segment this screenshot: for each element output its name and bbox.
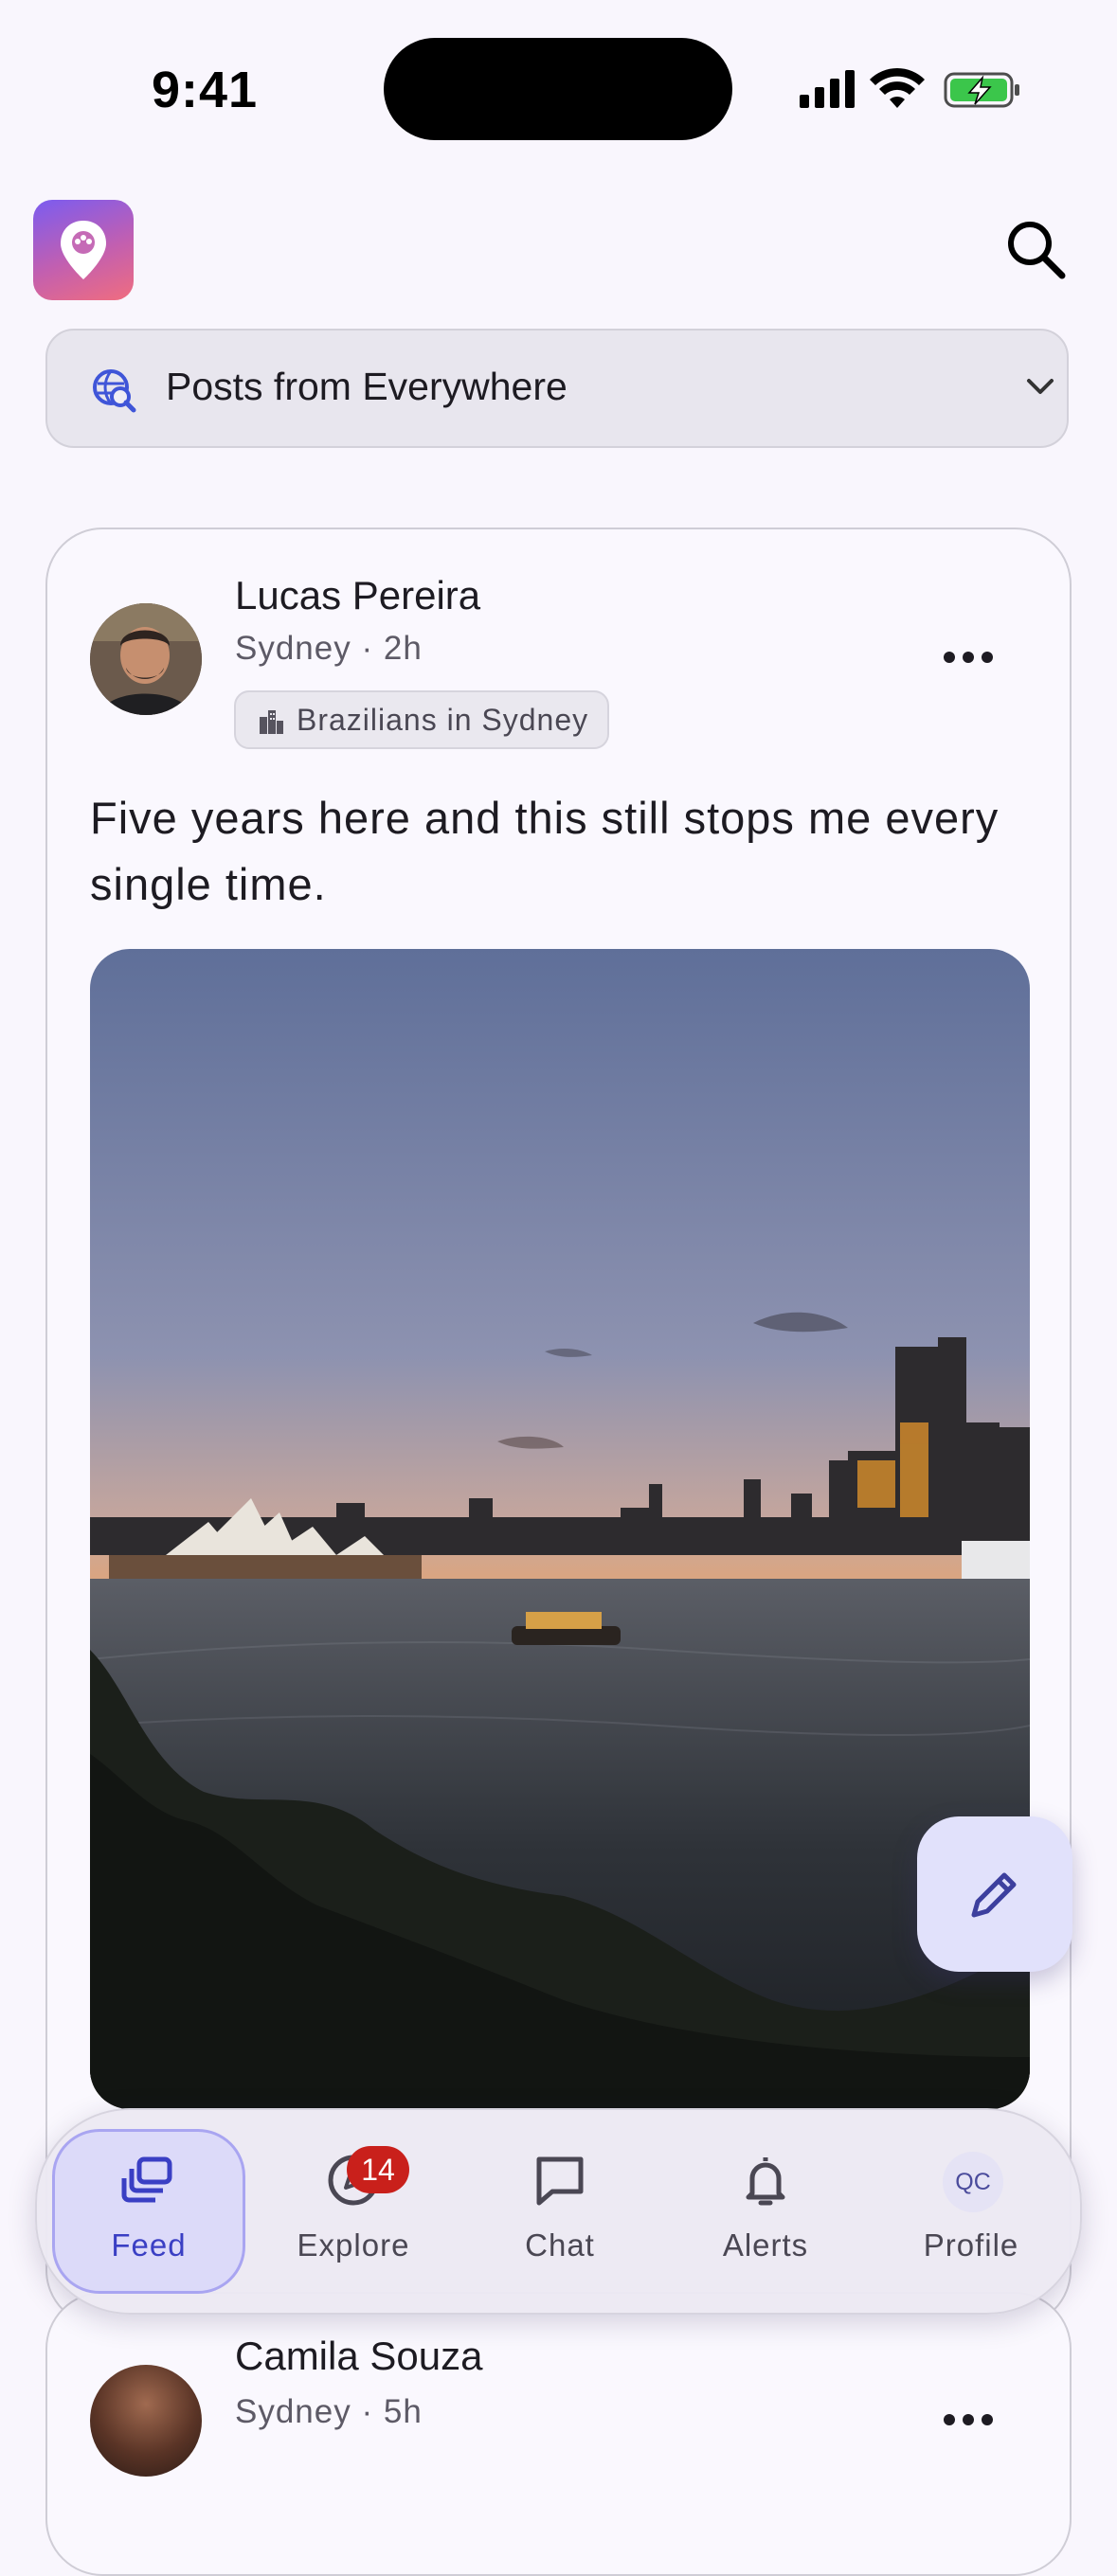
compose-post-button[interactable] [917, 1816, 1072, 1972]
post-time: 2h [383, 630, 423, 667]
meta-separator: · [361, 2393, 374, 2430]
post-card: Lucas Pereira Sydney · 2h Brazilians in … [45, 528, 1072, 2327]
tab-label: Explore [297, 2227, 410, 2263]
author-avatar[interactable] [90, 603, 202, 715]
feed-filter-dropdown[interactable]: Posts from Everywhere [45, 329, 1069, 448]
search-button[interactable] [1000, 213, 1075, 289]
tab-label: Profile [923, 2227, 1019, 2263]
dynamic-island [384, 38, 732, 140]
author-name[interactable]: Lucas Pereira [235, 573, 480, 618]
group-chip[interactable]: Brazilians in Sydney [234, 690, 610, 749]
pencil-icon [971, 1872, 1017, 1918]
location-pin-logo-icon [61, 221, 106, 279]
tab-label: Alerts [722, 2227, 809, 2263]
tab-explore[interactable]: Explore [259, 2110, 448, 2313]
filter-label: Posts from Everywhere [166, 365, 568, 408]
tab-label: Feed [111, 2227, 187, 2263]
explore-badge: 14 [347, 2146, 409, 2193]
profile-avatar: QC [943, 2152, 1003, 2212]
meta-separator: · [361, 630, 374, 667]
chevron-down-icon [1023, 373, 1057, 406]
post-text: Five years here and this still stops me … [90, 793, 1000, 909]
search-icon [1008, 222, 1066, 279]
feed-icon [121, 2156, 172, 2203]
tab-profile[interactable]: QC Profile [876, 2110, 1066, 2313]
post-time: 5h [383, 2393, 423, 2430]
bell-icon [746, 2157, 785, 2206]
status-icons [796, 66, 1023, 114]
battery-charging-icon [944, 72, 1019, 108]
status-bar: 9:41 [0, 0, 1117, 180]
ellipsis-icon [944, 2414, 993, 2425]
tab-label: Chat [525, 2227, 595, 2263]
post-location: Sydney [235, 630, 351, 667]
tab-chat[interactable]: Chat [465, 2110, 655, 2313]
signal-icon [800, 70, 855, 108]
post-photo[interactable] [90, 949, 1030, 2109]
app-logo[interactable] [33, 200, 134, 300]
post-meta: Sydney · 2h [235, 630, 423, 668]
chat-bubble-icon [536, 2156, 584, 2206]
wifi-icon [870, 67, 925, 108]
post-location: Sydney [235, 2393, 351, 2430]
bottom-tab-bar: Feed Explore Chat Alerts QC Profile [35, 2108, 1082, 2315]
post-card: Camila Souza Sydney · 5h [45, 2292, 1072, 2576]
group-name: Brazilians in Sydney [297, 703, 589, 737]
post-meta: Sydney · 5h [235, 2393, 423, 2431]
tab-alerts[interactable]: Alerts [671, 2110, 860, 2313]
more-options-button[interactable] [940, 643, 997, 671]
ellipsis-icon [944, 652, 993, 663]
globe-search-icon [90, 367, 137, 419]
more-options-button[interactable] [940, 2406, 997, 2434]
status-time: 9:41 [152, 62, 259, 118]
author-avatar[interactable] [90, 2365, 202, 2477]
tab-feed[interactable]: Feed [52, 2110, 245, 2313]
city-icon [257, 707, 285, 741]
author-name[interactable]: Camila Souza [235, 2334, 482, 2379]
